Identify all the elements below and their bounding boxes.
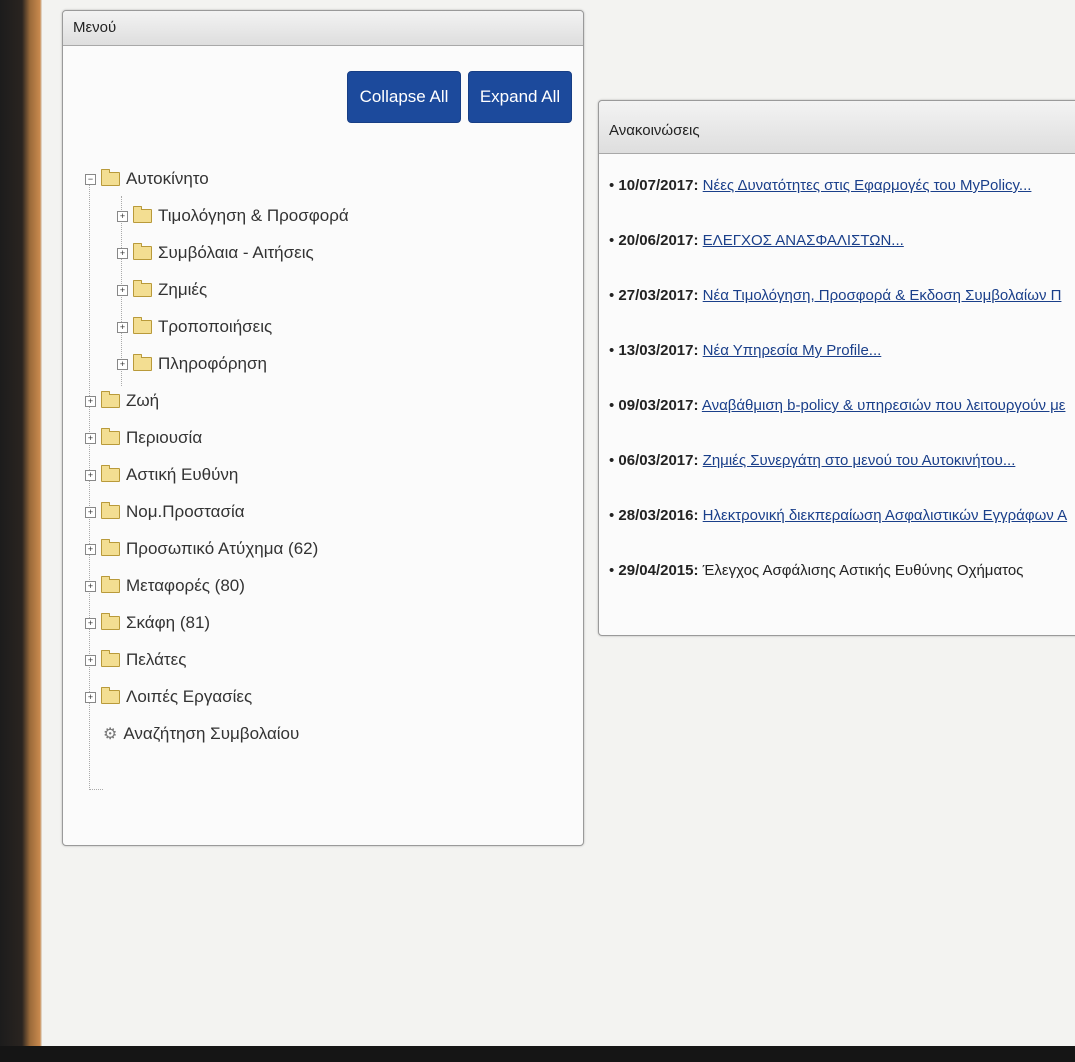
folder-icon bbox=[101, 391, 120, 408]
announcement-link[interactable]: Αναβάθμιση b-policy & υπηρεσιών που λειτ… bbox=[702, 397, 1066, 414]
expand-toggle-icon[interactable]: + bbox=[117, 210, 128, 222]
tree-node-clients[interactable]: + Πελάτες bbox=[85, 647, 186, 673]
announcements-panel: Ανακοινώσεις • 10/07/2017: Νέες Δυνατότη… bbox=[598, 100, 1075, 636]
expand-toggle-icon[interactable]: + bbox=[117, 284, 128, 296]
folder-icon bbox=[133, 317, 152, 334]
gear-icon: ⚙ bbox=[103, 726, 118, 743]
expand-toggle-icon[interactable]: + bbox=[85, 543, 96, 555]
announcement-link[interactable]: Νέα Τιμολόγηση, Προσφορά & Εκδοση Συμβολ… bbox=[703, 287, 1062, 304]
expand-toggle-icon[interactable]: + bbox=[85, 617, 96, 629]
announcement-link[interactable]: Νέα Υπηρεσία My Profile... bbox=[703, 342, 882, 359]
tree-node-liability[interactable]: + Αστική Ευθύνη bbox=[85, 462, 238, 488]
folder-icon bbox=[101, 502, 120, 519]
tree-node-property[interactable]: + Περιουσία bbox=[85, 425, 202, 451]
expand-toggle-icon[interactable]: + bbox=[85, 432, 96, 444]
expand-toggle-icon[interactable]: + bbox=[117, 247, 128, 259]
monitor-bezel-left bbox=[0, 0, 42, 1062]
folder-icon bbox=[133, 354, 152, 371]
tree-node-car-modifications[interactable]: + Τροποποιήσεις bbox=[117, 314, 272, 340]
folder-icon bbox=[101, 650, 120, 667]
tree-node-car-claims[interactable]: + Ζημιές bbox=[117, 277, 207, 303]
expand-toggle-icon[interactable]: + bbox=[117, 321, 128, 333]
announcement-item: • 20/06/2017: ΕΛΕΓΧΟΣ ΑΝΑΣΦΑΛΙΣΤΩΝ... bbox=[609, 232, 904, 249]
expand-toggle-icon[interactable]: + bbox=[85, 691, 96, 703]
announcement-item: • 09/03/2017: Αναβάθμιση b-policy & υπηρ… bbox=[609, 397, 1066, 414]
expand-toggle-icon[interactable]: + bbox=[117, 358, 128, 370]
monitor-bezel-bottom bbox=[0, 1046, 1075, 1062]
expand-toggle-icon[interactable]: + bbox=[85, 469, 96, 481]
collapse-toggle-icon[interactable]: − bbox=[85, 173, 96, 185]
tree-node-car[interactable]: − Αυτοκίνητο bbox=[85, 166, 209, 192]
menu-panel-title: Μενού bbox=[63, 11, 583, 46]
folder-icon bbox=[101, 465, 120, 482]
expand-all-button[interactable]: Expand All bbox=[468, 71, 572, 123]
expand-toggle-icon[interactable]: + bbox=[85, 654, 96, 666]
announcement-link[interactable]: Νέες Δυνατότητες στις Εφαρμογές του MyPo… bbox=[703, 177, 1032, 194]
expand-toggle-icon[interactable]: + bbox=[85, 506, 96, 518]
tree-node-other-tasks[interactable]: + Λοιπές Εργασίες bbox=[85, 684, 252, 710]
tree-node-transport[interactable]: + Μεταφορές (80) bbox=[85, 573, 245, 599]
tree-node-legal-protection[interactable]: + Νομ.Προστασία bbox=[85, 499, 245, 525]
announcement-item: • 28/03/2016: Ηλεκτρονική διεκπεραίωση Α… bbox=[609, 507, 1068, 524]
folder-icon bbox=[101, 576, 120, 593]
announcement-link[interactable]: ΕΛΕΓΧΟΣ ΑΝΑΣΦΑΛΙΣΤΩΝ... bbox=[703, 232, 904, 249]
announcement-link[interactable]: Ζημιές Συνεργάτη στο μενού του Αυτοκινήτ… bbox=[703, 452, 1016, 469]
folder-icon bbox=[133, 206, 152, 223]
expand-toggle-icon[interactable]: + bbox=[85, 395, 96, 407]
tree-node-car-information[interactable]: + Πληροφόρηση bbox=[117, 351, 267, 377]
folder-icon bbox=[101, 539, 120, 556]
announcement-item: • 13/03/2017: Νέα Υπηρεσία My Profile... bbox=[609, 342, 882, 359]
folder-icon bbox=[133, 280, 152, 297]
announcement-link[interactable]: Ηλεκτρονική διεκπεραίωση Ασφαλιστικών Εγ… bbox=[703, 507, 1067, 524]
announcement-item: • 06/03/2017: Ζημιές Συνεργάτη στο μενού… bbox=[609, 452, 1016, 469]
announcement-item: • 10/07/2017: Νέες Δυνατότητες στις Εφαρ… bbox=[609, 177, 1032, 194]
tree-node-personal-accident[interactable]: + Προσωπικό Ατύχημα (62) bbox=[85, 536, 318, 562]
folder-icon bbox=[101, 169, 120, 186]
tree-connector bbox=[89, 789, 103, 790]
folder-icon bbox=[133, 243, 152, 260]
collapse-all-button[interactable]: Collapse All bbox=[347, 71, 461, 123]
tree-node-car-contracts[interactable]: + Συμβόλαια - Αιτήσεις bbox=[117, 240, 314, 266]
tree-node-contract-search[interactable]: ⚙ Αναζήτηση Συμβολαίου bbox=[103, 721, 299, 747]
tree-node-life[interactable]: + Ζωή bbox=[85, 388, 159, 414]
folder-icon bbox=[101, 428, 120, 445]
announcement-text: Έλεγχος Ασφάλισης Αστικής Ευθύνης Οχήματ… bbox=[702, 562, 1024, 579]
tree-node-vessels[interactable]: + Σκάφη (81) bbox=[85, 610, 210, 636]
expand-toggle-icon[interactable]: + bbox=[85, 580, 96, 592]
tree-node-car-pricing[interactable]: + Τιμολόγηση & Προσφορά bbox=[117, 203, 349, 229]
announcements-panel-title: Ανακοινώσεις bbox=[599, 101, 1075, 154]
announcement-item: • 29/04/2015: Έλεγχος Ασφάλισης Αστικής … bbox=[609, 562, 1024, 579]
menu-panel: Μενού Collapse All Expand All − Αυτοκίνη… bbox=[62, 10, 584, 846]
announcement-item: • 27/03/2017: Νέα Τιμολόγηση, Προσφορά &… bbox=[609, 287, 1062, 304]
folder-icon bbox=[101, 613, 120, 630]
folder-icon bbox=[101, 687, 120, 704]
